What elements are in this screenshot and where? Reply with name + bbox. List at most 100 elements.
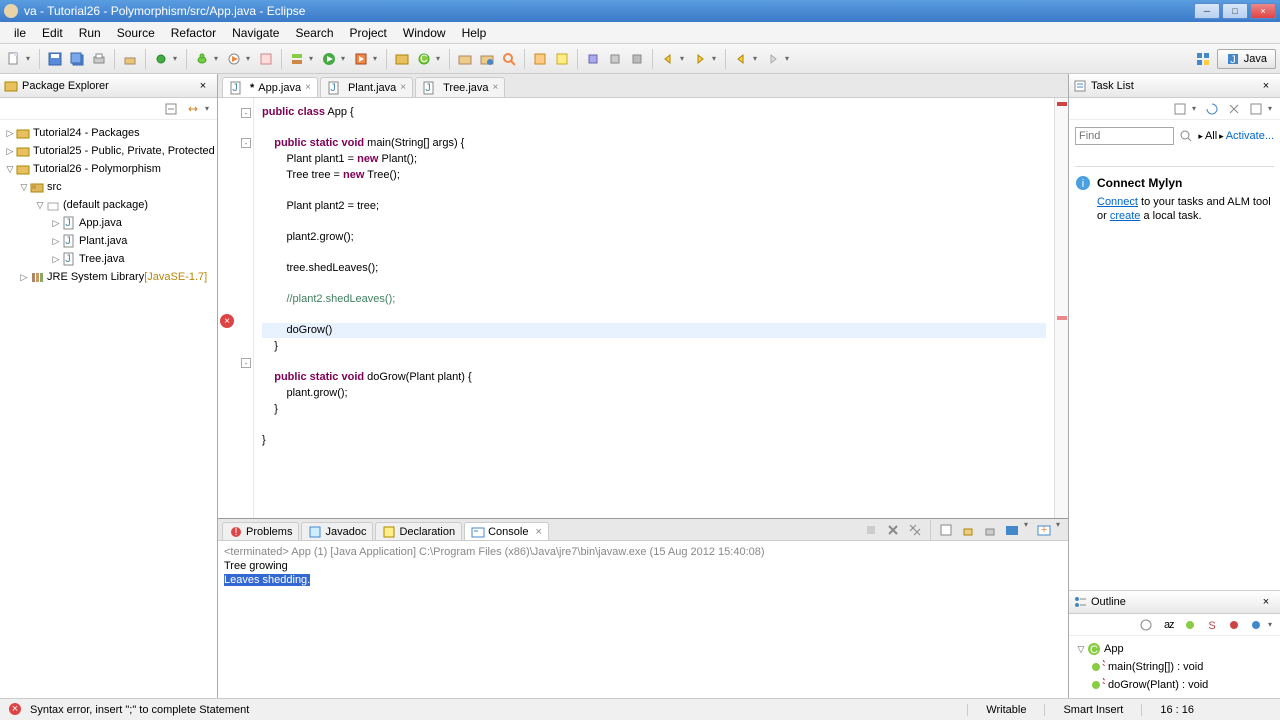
display-console-button[interactable] — [1002, 520, 1022, 540]
outline-close-icon[interactable]: × — [1256, 592, 1276, 612]
menu-navigate[interactable]: Navigate — [224, 23, 287, 43]
view-menu-icon[interactable]: ▾ — [1268, 104, 1276, 113]
scroll-lock-button[interactable] — [958, 520, 978, 540]
tree-item[interactable]: Plant.java — [79, 235, 127, 247]
menu-edit[interactable]: Edit — [34, 23, 71, 43]
new-class-button[interactable]: C — [414, 49, 434, 69]
focus-button[interactable] — [1136, 615, 1156, 635]
outline-tree[interactable]: ▽CApp Smain(String[]) : void SdoGrow(Pla… — [1069, 636, 1280, 698]
tree-item[interactable]: Tutorial25 - Public, Private, Protected — [33, 145, 215, 157]
hide-local-button[interactable] — [1246, 615, 1266, 635]
error-overview-mark[interactable] — [1057, 316, 1067, 320]
remove-all-button[interactable] — [905, 520, 925, 540]
tree-item[interactable]: Tutorial24 - Packages — [33, 127, 140, 139]
new-button[interactable] — [4, 49, 24, 69]
skip-breakpoints-button[interactable] — [151, 49, 171, 69]
collapse-all-button[interactable] — [161, 99, 181, 119]
hide-fields-button[interactable] — [1180, 615, 1200, 635]
overview-ruler[interactable] — [1054, 98, 1068, 518]
menu-help[interactable]: Help — [454, 23, 495, 43]
close-icon[interactable]: × — [535, 526, 541, 538]
search-icon[interactable] — [1176, 126, 1196, 146]
clear-console-button[interactable] — [936, 520, 956, 540]
pin-editor-button[interactable] — [627, 49, 647, 69]
build-button[interactable] — [120, 49, 140, 69]
tree-item[interactable]: Tutorial26 - Polymorphism — [33, 163, 161, 175]
categorize-button[interactable] — [1224, 99, 1244, 119]
toggle-block-button[interactable] — [583, 49, 603, 69]
menu-window[interactable]: Window — [395, 23, 454, 43]
menu-source[interactable]: Source — [109, 23, 163, 43]
open-task-button[interactable] — [477, 49, 497, 69]
menu-file[interactable]: ile — [6, 23, 34, 43]
link-editor-button[interactable] — [183, 99, 203, 119]
next-annotation-button[interactable] — [690, 49, 710, 69]
pin-console-button[interactable] — [980, 520, 1000, 540]
all-label[interactable]: All — [1205, 130, 1217, 142]
debug-button[interactable] — [192, 49, 212, 69]
remove-launch-button[interactable] — [883, 520, 903, 540]
menu-refactor[interactable]: Refactor — [163, 23, 224, 43]
minimize-button[interactable]: ─ — [1194, 3, 1220, 19]
tab-declaration[interactable]: Declaration — [375, 522, 462, 540]
run-button[interactable] — [319, 49, 339, 69]
toggle-mark-button[interactable] — [530, 49, 550, 69]
menu-search[interactable]: Search — [287, 23, 341, 43]
editor-tab-tree[interactable]: JTree.java× — [415, 77, 505, 97]
hide-nonpublic-button[interactable] — [1224, 615, 1244, 635]
open-perspective-button[interactable] — [1193, 49, 1213, 69]
search-button[interactable] — [499, 49, 519, 69]
error-marker-icon[interactable]: × — [220, 314, 234, 328]
view-menu-icon[interactable]: ▾ — [1268, 620, 1276, 629]
editor-tab-plant[interactable]: JPlant.java× — [320, 77, 413, 97]
package-explorer-close-icon[interactable]: × — [193, 76, 213, 96]
editor-tab-app[interactable]: J*App.java× — [222, 77, 318, 97]
outline-item[interactable]: App — [1104, 643, 1124, 655]
close-icon[interactable]: × — [305, 82, 311, 93]
toggle-highlight-button[interactable] — [552, 49, 572, 69]
back-button[interactable] — [731, 49, 751, 69]
menu-run[interactable]: Run — [71, 23, 109, 43]
open-type-button[interactable] — [455, 49, 475, 69]
error-overview-mark[interactable] — [1057, 102, 1067, 106]
outline-item[interactable]: main(String[]) : void — [1108, 661, 1203, 673]
hide-static-button[interactable]: S — [1202, 615, 1222, 635]
sort-button[interactable]: az — [1158, 615, 1178, 635]
create-link[interactable]: create — [1110, 210, 1141, 222]
tab-javadoc[interactable]: Javadoc — [301, 522, 373, 540]
tree-item[interactable]: src — [47, 181, 62, 193]
external-tools-button[interactable] — [256, 49, 276, 69]
sync-button[interactable] — [1202, 99, 1222, 119]
package-explorer-tree[interactable]: ▷Tutorial24 - Packages ▷Tutorial25 - Pub… — [0, 120, 217, 698]
fold-icon[interactable]: - — [241, 358, 251, 368]
terminate-button[interactable] — [861, 520, 881, 540]
run-last-button[interactable] — [224, 49, 244, 69]
tree-item[interactable]: Tree.java — [79, 253, 124, 265]
code-editor[interactable]: public class App { public static void ma… — [254, 98, 1054, 518]
coverage-button[interactable] — [287, 49, 307, 69]
activate-link[interactable]: Activate... — [1226, 130, 1274, 142]
tree-item[interactable]: App.java — [79, 217, 122, 229]
save-button[interactable] — [45, 49, 65, 69]
menu-project[interactable]: Project — [342, 23, 395, 43]
prev-annotation-button[interactable] — [658, 49, 678, 69]
editor-gutter[interactable]: - - × - — [218, 98, 254, 518]
show-whitespace-button[interactable] — [605, 49, 625, 69]
connect-link[interactable]: Connect — [1097, 196, 1138, 208]
close-button[interactable]: × — [1250, 3, 1276, 19]
new-task-button[interactable] — [1170, 99, 1190, 119]
view-menu-icon[interactable]: ▾ — [205, 104, 213, 113]
tree-item[interactable]: JRE System Library — [47, 271, 144, 283]
forward-button[interactable] — [763, 49, 783, 69]
new-package-button[interactable] — [392, 49, 412, 69]
maximize-button[interactable]: □ — [1222, 3, 1248, 19]
find-input[interactable] — [1075, 127, 1174, 145]
tab-console[interactable]: Console× — [464, 522, 549, 540]
open-console-button[interactable]: + — [1034, 520, 1054, 540]
console-output[interactable]: <terminated> App (1) [Java Application] … — [218, 541, 1068, 698]
java-perspective-button[interactable]: J Java — [1217, 49, 1276, 69]
tree-item[interactable]: (default package) — [63, 199, 148, 211]
run-ext-button[interactable] — [351, 49, 371, 69]
close-icon[interactable]: × — [400, 82, 406, 93]
tasklist-close-icon[interactable]: × — [1256, 76, 1276, 96]
